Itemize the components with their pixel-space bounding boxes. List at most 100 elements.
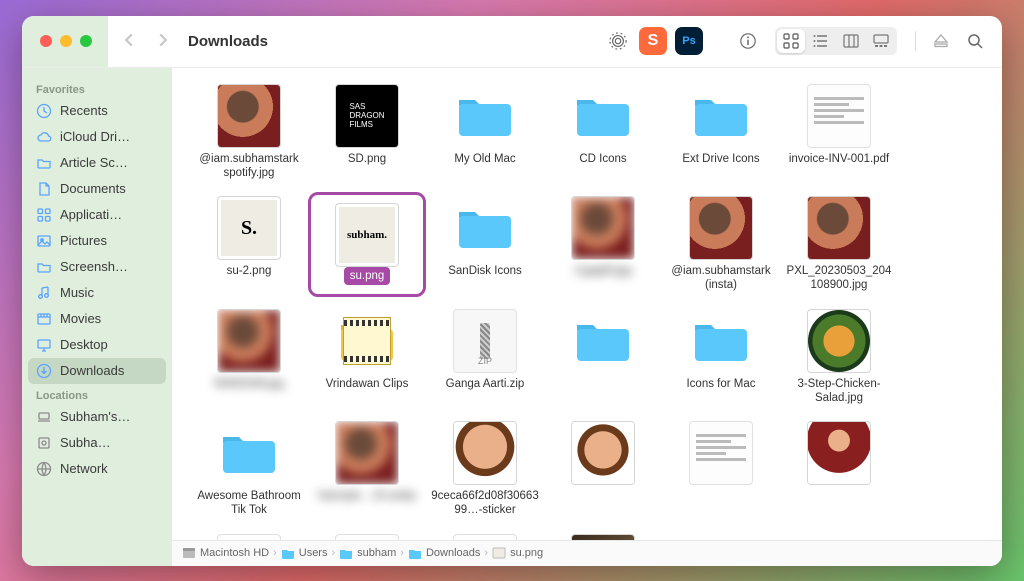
file-item[interactable]: CD Icons: [544, 80, 662, 185]
file-item[interactable]: hairstyle…24.webp: [308, 417, 426, 522]
file-name-label: @iam.subhamstark (insta): [664, 260, 778, 295]
view-gallery-button[interactable]: [867, 29, 895, 53]
sidebar-item-documents[interactable]: Documents: [28, 176, 166, 202]
sidebar-item-pictures[interactable]: Pictures: [28, 228, 166, 254]
path-crumb[interactable]: su.png: [492, 546, 543, 560]
path-crumb[interactable]: Downloads: [408, 546, 480, 560]
sidebar-item-label: Article Sc…: [60, 155, 128, 170]
eject-button[interactable]: [928, 28, 954, 54]
path-crumb[interactable]: subham: [339, 546, 396, 560]
view-list-button[interactable]: [807, 29, 835, 53]
file-item[interactable]: [308, 530, 426, 540]
icon-grid[interactable]: @iam.subhamstark spotify.jpgSASDRAGONFIL…: [172, 68, 1002, 540]
folder-icon: [691, 317, 751, 365]
search-button[interactable]: [962, 28, 988, 54]
finder-window: Downloads S Ps: [22, 16, 1002, 566]
file-item[interactable]: PXL_20230503_204108900.jpg: [780, 192, 898, 297]
file-item[interactable]: @iam.subhamstark (insta): [662, 192, 780, 297]
file-item[interactable]: [544, 417, 662, 522]
sidebar-item-subha[interactable]: Subha…: [28, 430, 166, 456]
path-crumb-label: su.png: [510, 547, 543, 559]
movie-icon: [36, 311, 52, 327]
chevron-right-icon: [156, 33, 170, 47]
view-icons-button[interactable]: [777, 29, 805, 53]
file-name-label: [837, 485, 841, 493]
sidebar-item-music[interactable]: Music: [28, 280, 166, 306]
folder-icon: [691, 92, 751, 140]
file-item[interactable]: My Old Mac: [426, 80, 544, 185]
file-name-label: PXL_20230503_204108900.jpg: [782, 260, 896, 295]
fullscreen-button[interactable]: [80, 35, 92, 47]
sidebar-item-label: Recents: [60, 103, 108, 118]
file-item[interactable]: CgagNl.jpg: [544, 192, 662, 297]
file-item[interactable]: Icons for Mac: [662, 305, 780, 410]
sidebar-item-label: Network: [60, 461, 108, 476]
file-item[interactable]: Awesome Bathroom Tik Tok: [190, 417, 308, 522]
folder-icon: [573, 92, 633, 140]
sidebar-item-screensh[interactable]: Screensh…: [28, 254, 166, 280]
file-name-label: su-2.png: [225, 260, 274, 282]
file-name-label: 9ceca66f2d08f3066399…-sticker: [428, 485, 542, 520]
airdrop-icon[interactable]: [605, 28, 631, 54]
folder-icon: [455, 92, 515, 140]
file-item[interactable]: SASDRAGONFILMSSD.png: [308, 80, 426, 185]
file-item[interactable]: Ext Drive Icons: [662, 80, 780, 185]
window-controls: [22, 16, 108, 67]
sidebar-item-label: iCloud Dri…: [60, 129, 130, 144]
sidebar-item-label: Downloads: [60, 363, 124, 378]
app-icon-s[interactable]: S: [639, 27, 667, 55]
file-item[interactable]: [544, 530, 662, 540]
file-name-label: 50930349.jpg: [212, 373, 286, 395]
gallery-icon: [873, 33, 889, 49]
file-name-label: 3-Step-Chicken-Salad.jpg: [782, 373, 896, 408]
file-item[interactable]: @iam.subhamstark spotify.jpg: [190, 80, 308, 185]
view-columns-button[interactable]: [837, 29, 865, 53]
sidebar-item-network[interactable]: Network: [28, 456, 166, 482]
sidebar-item-subhams[interactable]: Subham's…: [28, 404, 166, 430]
sidebar-item-desktop[interactable]: Desktop: [28, 332, 166, 358]
sidebar-section-locations: Locations: [28, 384, 166, 404]
file-item[interactable]: [190, 530, 308, 540]
desktop-icon: [36, 337, 52, 353]
close-button[interactable]: [40, 35, 52, 47]
sidebar-item-label: Applicati…: [60, 207, 122, 222]
back-button[interactable]: [116, 27, 142, 56]
file-item[interactable]: 3-Step-Chicken-Salad.jpg: [780, 305, 898, 410]
file-item[interactable]: 50930349.jpg: [190, 305, 308, 410]
file-item[interactable]: subham.su.png: [308, 192, 426, 297]
app-icon-photoshop[interactable]: Ps: [675, 27, 703, 55]
titlebar-toolbar: Downloads S Ps: [22, 16, 1002, 68]
sidebar-item-recents[interactable]: Recents: [28, 98, 166, 124]
sidebar-item-icloud[interactable]: iCloud Dri…: [28, 124, 166, 150]
file-item[interactable]: SanDisk Icons: [426, 192, 544, 297]
minimize-button[interactable]: [60, 35, 72, 47]
columns-icon: [843, 33, 859, 49]
sidebar-section-favorites: Favorites: [28, 78, 166, 98]
file-item[interactable]: S.su-2.png: [190, 192, 308, 297]
file-item[interactable]: ZIPGanga Aarti.zip: [426, 305, 544, 410]
sidebar-item-label: Subham's…: [60, 409, 130, 424]
folder-icon: [573, 317, 633, 365]
file-item[interactable]: [780, 417, 898, 522]
info-button[interactable]: [735, 28, 761, 54]
chevron-right-icon: ›: [484, 547, 488, 559]
file-item[interactable]: [426, 530, 544, 540]
path-crumb-label: subham: [357, 547, 396, 559]
sidebar-item-applications[interactable]: Applicati…: [28, 202, 166, 228]
sidebar-item-movies[interactable]: Movies: [28, 306, 166, 332]
globe-icon: [36, 461, 52, 477]
sidebar-item-downloads[interactable]: Downloads: [28, 358, 166, 384]
file-item[interactable]: [662, 417, 780, 522]
file-item[interactable]: 9ceca66f2d08f3066399…-sticker: [426, 417, 544, 522]
path-crumb[interactable]: Macintosh HD: [182, 546, 269, 560]
path-crumb-label: Macintosh HD: [200, 547, 269, 559]
file-item[interactable]: [544, 305, 662, 410]
file-item[interactable]: Vrindawan Clips: [308, 305, 426, 410]
sidebar-item-article-sc[interactable]: Article Sc…: [28, 150, 166, 176]
forward-button[interactable]: [150, 27, 176, 56]
music-icon: [36, 285, 52, 301]
file-name-label: SD.png: [346, 148, 388, 170]
path-crumb[interactable]: Users: [281, 546, 328, 560]
file-name-label: hairstyle…24.webp: [316, 485, 418, 507]
file-item[interactable]: invoice-INV-001.pdf: [780, 80, 898, 185]
